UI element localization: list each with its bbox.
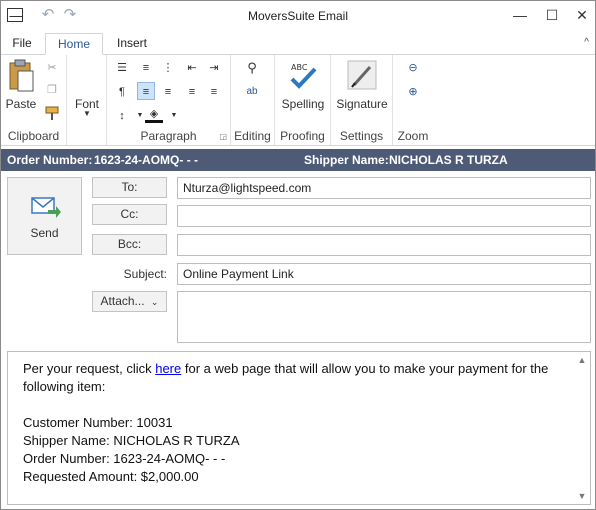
replace-icon[interactable]: ab [243,83,261,101]
bcc-field[interactable] [177,234,591,256]
align-center-icon[interactable]: ≡ [159,83,177,101]
order-number-label: Order Number: [7,153,93,167]
tab-insert[interactable]: Insert [109,33,155,55]
zoom-group: ⊖ ⊕ Zoom [393,55,433,145]
maximize-button[interactable]: ☐ [539,5,565,25]
tab-home[interactable]: Home [45,33,103,55]
shipper-name-value: NICHOLAS R TURZA [389,153,508,167]
body-intro-paragraph: Per your request, click here for a web p… [23,360,563,396]
zoom-out-icon[interactable]: ⊖ [404,59,422,77]
paste-label[interactable]: Paste [3,97,39,111]
paragraph-group-label: Paragraph [140,129,197,143]
customer-number-line: Customer Number: 10031 [23,415,173,430]
paragraph-group: ☰ ≡ ⋮ ⇤ ⇥ ¶ ≡ ≡ ≡ ≡ ↕ ▼ ◈ ▼ Paragraph ◲ [107,55,231,145]
paste-icon[interactable] [7,59,35,93]
order-number-value: 1623-24-AOMQ- - - [94,153,199,167]
window-title: MoversSuite Email [247,9,349,23]
subject-field[interactable]: Online Payment Link [177,263,591,285]
minimize-button[interactable]: — [507,5,533,25]
font-dropdown-icon[interactable]: ▼ [67,109,107,118]
decrease-indent-icon[interactable]: ⇤ [183,59,201,77]
settings-group: Signature Settings [331,55,393,145]
editing-group: ⚲ ab Editing [231,55,275,145]
scroll-down-icon[interactable]: ▼ [574,491,590,501]
to-button[interactable]: To: [92,177,167,198]
find-icon[interactable]: ⚲ [243,59,261,77]
requested-amount-line: Requested Amount: $2,000.00 [23,469,199,484]
order-info-bar: Order Number: 1623-24-AOMQ- - - Shipper … [1,149,595,171]
increase-indent-icon[interactable]: ⇥ [205,59,223,77]
message-body[interactable]: Per your request, click here for a web p… [7,351,591,505]
proofing-group: ABC Spelling Proofing [275,55,331,145]
signature-icon[interactable] [346,59,378,91]
intro-text-before-link: Per your request, click [23,361,156,376]
line-spacing-icon[interactable]: ↕ [113,107,131,125]
collapse-ribbon-button[interactable]: ^ [584,37,589,48]
ribbon-tabs: File Home Insert [1,33,595,55]
paragraph-dialog-launcher-icon[interactable]: ◲ [219,132,227,141]
close-button[interactable]: ✕ [569,5,595,25]
message-body-text[interactable]: Per your request, click here for a web p… [23,360,563,486]
font-group[interactable]: Font ▼ [67,55,107,145]
shipper-name-label: Shipper Name: [304,153,389,167]
scroll-up-icon[interactable]: ▲ [574,355,590,365]
format-painter-icon[interactable] [44,105,60,121]
zoom-in-icon[interactable]: ⊕ [404,83,422,101]
shipper-name-line: Shipper Name: NICHOLAS R TURZA [23,433,240,448]
cc-button[interactable]: Cc: [92,204,167,225]
cut-icon[interactable]: ✂ [43,59,61,77]
title-bar: ↶ ↷ MoversSuite Email — ☐ ✕ [1,1,595,31]
justify-icon[interactable]: ≡ [205,83,223,101]
clipboard-group-label: Clipboard [7,129,60,143]
multilevel-list-icon[interactable]: ⋮ [159,59,177,77]
zoom-group-label: Zoom [397,129,429,143]
attach-label: Attach... [100,294,145,308]
order-number-line: Order Number: 1623-24-AOMQ- - - [23,451,226,466]
shading-icon[interactable]: ◈ [145,105,163,123]
send-label: Send [30,226,59,240]
settings-group-label: Settings [339,129,384,143]
bcc-button[interactable]: Bcc: [92,234,167,255]
numbering-icon[interactable]: ≡ [137,59,155,77]
svg-text:ABC: ABC [291,63,308,72]
ribbon: Paste ✂ ❐ Clipboard Font ▼ ☰ ≡ ⋮ ⇤ ⇥ ¶ ≡… [1,54,595,146]
send-envelope-icon [31,197,61,218]
chevron-down-icon: ⌄ [150,297,159,307]
clipboard-group: Paste ✂ ❐ Clipboard [1,55,67,145]
attachments-list[interactable] [177,291,591,343]
spelling-check-icon[interactable]: ABC [287,59,319,91]
to-field[interactable]: Nturza@lightspeed.com [177,177,591,199]
align-right-icon[interactable]: ≡ [183,83,201,101]
send-button[interactable]: Send [7,177,82,255]
tab-file[interactable]: File [5,33,39,55]
subject-label: Subject: [123,267,167,281]
show-marks-icon[interactable]: ¶ [113,83,131,101]
email-window: ↶ ↷ MoversSuite Email — ☐ ✕ File Home In… [0,0,596,510]
spelling-label[interactable]: Spelling [275,97,331,111]
cc-field[interactable] [177,205,591,227]
signature-label[interactable]: Signature [331,97,393,111]
shading-dropdown-icon[interactable]: ▼ [165,107,183,125]
editing-group-label: Editing [234,129,271,143]
copy-icon[interactable]: ❐ [43,81,61,99]
payment-link[interactable]: here [155,361,181,376]
vertical-scrollbar[interactable]: ▲ ▼ [574,352,590,504]
bullets-icon[interactable]: ☰ [113,59,131,77]
attach-button[interactable]: Attach... ⌄ [92,291,167,312]
align-left-icon[interactable]: ≡ [137,82,155,100]
proofing-group-label: Proofing [280,129,325,143]
